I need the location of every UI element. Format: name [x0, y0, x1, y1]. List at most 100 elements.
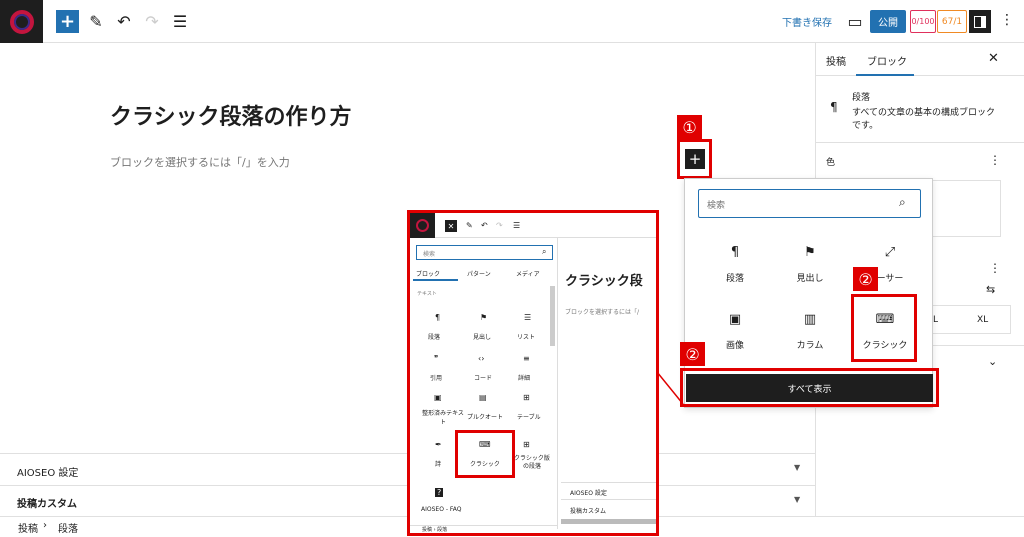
- inset-extra-block: AIOSEO - FAQ: [421, 506, 462, 513]
- inset-tab-underline: [413, 279, 458, 281]
- redo-icon[interactable]: ↷: [140, 9, 164, 33]
- step-marker-two: ②: [853, 267, 878, 291]
- tab-post[interactable]: 投稿: [826, 53, 846, 68]
- settings-sidebar-toggle[interactable]: [969, 10, 991, 33]
- inset-tab-patterns: パターン: [467, 271, 491, 278]
- search-icon: ⌕: [899, 195, 906, 209]
- inset-panel-custom: 投稿カスタム: [570, 508, 607, 515]
- logo-ring-icon: [9, 9, 34, 34]
- inset-block-label: 整形済みテキスト: [422, 410, 464, 426]
- tools-pencil-icon[interactable]: ✎: [84, 9, 108, 33]
- classic-paragraph-icon: ⊞: [523, 440, 530, 449]
- inset-block-label: テーブル: [517, 414, 541, 421]
- logo-ring-icon: [416, 219, 429, 232]
- document-overview-icon[interactable]: ☰: [168, 9, 192, 33]
- table-icon: ⊞: [523, 393, 530, 402]
- connector-line: [656, 371, 684, 405]
- inset-search-placeholder: 検索: [423, 251, 436, 258]
- publish-button[interactable]: 公開: [870, 10, 906, 33]
- keyboard-icon: ⌨: [479, 440, 491, 449]
- tab-block[interactable]: ブロック: [867, 53, 907, 68]
- breadcrumb-current[interactable]: 段落: [58, 520, 78, 535]
- faq-icon: ?: [435, 488, 444, 497]
- divider: [561, 499, 656, 500]
- breadcrumb-root[interactable]: 投稿: [18, 520, 38, 535]
- chevron-down-icon[interactable]: ⌄: [988, 355, 997, 368]
- inset-block-label: 段落: [428, 334, 441, 341]
- search-placeholder: 検索: [707, 201, 726, 211]
- block-item-columns[interactable]: ▥ カラム: [775, 312, 845, 351]
- details-icon: ≡: [523, 354, 530, 363]
- inset-pencil-icon: ✎: [466, 221, 473, 230]
- close-icon[interactable]: ✕: [988, 51, 999, 66]
- inset-block-label: 詳細: [518, 375, 531, 382]
- resize-icon: ⤢: [884, 245, 896, 260]
- aioseo-score-badge[interactable]: 0/100: [910, 10, 936, 33]
- block-item-paragraph[interactable]: ¶ 段落: [700, 245, 770, 284]
- undo-icon[interactable]: ↶: [112, 9, 136, 33]
- block-label: 見出し: [796, 274, 824, 284]
- tab-underline: [856, 74, 914, 76]
- preview-icon[interactable]: ▭: [843, 9, 867, 33]
- block-inserter-toggle[interactable]: +: [56, 10, 79, 33]
- inset-close-icon: ✕: [445, 220, 457, 232]
- feather-icon: ✒: [435, 440, 442, 449]
- color-label: 色: [826, 158, 836, 168]
- divider: [816, 142, 1024, 143]
- columns-icon: ▥: [803, 312, 817, 327]
- inset-tab-media: メディア: [516, 271, 540, 278]
- code-icon: ‹›: [478, 354, 485, 363]
- step-marker-one: ①: [677, 115, 702, 139]
- trueseo-score-badge[interactable]: 67/1: [937, 10, 967, 33]
- inset-toolbar: ✕ ✎ ↶ ↷ ☰: [410, 213, 656, 238]
- color-options-icon[interactable]: ⋮: [989, 153, 1001, 167]
- block-label: ーサー: [876, 274, 904, 284]
- inset-placeholder: ブロックを選択するには「/: [565, 309, 640, 316]
- paragraph-icon: ¶: [435, 313, 441, 322]
- inset-block-label: リスト: [517, 334, 536, 341]
- collapse-icon[interactable]: ▼: [794, 495, 800, 504]
- size-l[interactable]: L: [933, 315, 938, 325]
- inset-title: クラシック段: [565, 274, 643, 289]
- inset-redo-icon: ↷: [496, 221, 503, 230]
- highlight-show-all: すべて表示: [680, 368, 939, 407]
- top-toolbar: + ✎ ↶ ↷ ☰ 下書き保存 ▭ 公開 0/100 67/1 ⋮: [0, 0, 1024, 43]
- add-block-button[interactable]: +: [685, 149, 705, 169]
- inset-block-label: クラシック: [470, 461, 500, 468]
- inset-block-label: 引用: [430, 375, 443, 382]
- inset-breadcrumb: 投稿 › 段落: [422, 527, 448, 533]
- site-logo[interactable]: [0, 0, 43, 43]
- block-label: 画像: [725, 341, 744, 351]
- bookmark-icon: ⚑: [804, 245, 816, 260]
- paragraph-icon: ¶: [730, 245, 740, 260]
- block-item-heading[interactable]: ⚑ 見出し: [775, 245, 845, 284]
- collapse-icon[interactable]: ▼: [794, 463, 800, 472]
- block-search-input[interactable]: 検索 ⌕: [698, 189, 921, 218]
- highlight-add-block: +: [677, 139, 712, 179]
- inset-panel-aioseo: AIOSEO 設定: [570, 490, 607, 497]
- bookmark-icon: ⚑: [480, 313, 488, 322]
- block-placeholder[interactable]: ブロックを選択するには「/」を入力: [110, 154, 290, 170]
- inset-search-input: 検索 ⌕: [416, 245, 553, 260]
- show-all-button[interactable]: すべて表示: [686, 374, 933, 402]
- inset-screenshot: ✕ ✎ ↶ ↷ ☰ 検索 ⌕ ブロック パターン メディア テキスト ¶ 段落 …: [407, 210, 659, 536]
- panel-label: AIOSEO 設定: [17, 468, 79, 479]
- breadcrumb-separator: ›: [43, 520, 47, 531]
- inset-logo: [410, 213, 435, 238]
- block-label: カラム: [796, 341, 824, 351]
- size-xl[interactable]: XL: [977, 315, 988, 325]
- save-draft-button[interactable]: 下書き保存: [782, 14, 832, 29]
- block-item-image[interactable]: ▣ 画像: [700, 312, 770, 351]
- post-title[interactable]: クラシック段落の作り方: [110, 99, 352, 131]
- image-icon: ▣: [728, 312, 742, 327]
- font-size-settings-icon[interactable]: ⇆: [986, 283, 995, 296]
- typography-options-icon[interactable]: ⋮: [989, 261, 1001, 275]
- preformatted-icon: ▣: [434, 393, 442, 402]
- inset-undo-icon: ↶: [481, 221, 488, 230]
- sidebar-tabs: 投稿 ブロック ✕: [816, 43, 1024, 76]
- highlight-classic-block: [851, 294, 917, 362]
- more-options-icon[interactable]: ⋮: [1000, 12, 1014, 28]
- search-icon: ⌕: [542, 247, 547, 256]
- inset-h-scrollbar: [561, 519, 656, 524]
- inset-block-label: コード: [474, 375, 493, 382]
